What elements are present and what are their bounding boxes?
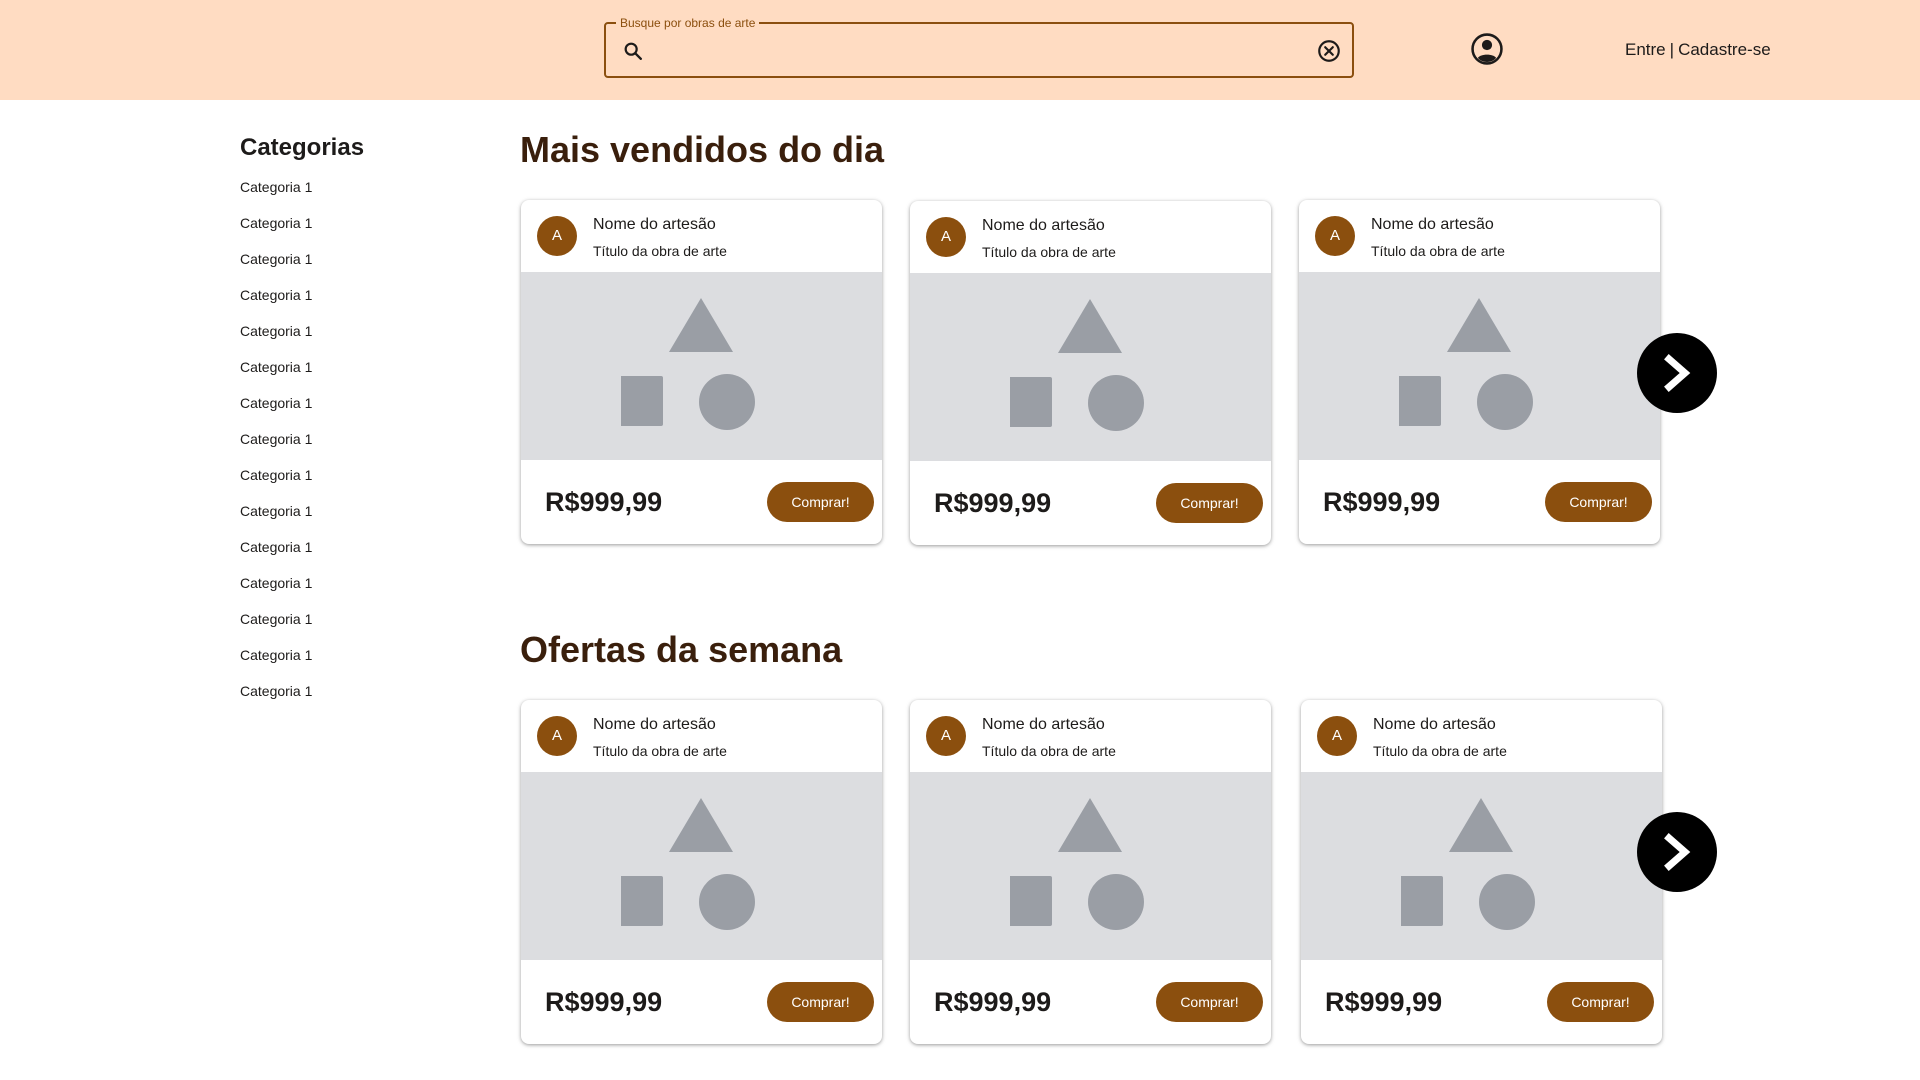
category-item[interactable]: Categoria 1 <box>240 566 470 602</box>
avatar: A <box>537 716 577 756</box>
card-header: A Nome do artesão Título da obra de arte <box>521 200 882 272</box>
signup-link[interactable]: Cadastre-se <box>1678 40 1771 59</box>
buy-button[interactable]: Comprar! <box>767 982 874 1022</box>
image-placeholder-icon <box>1010 299 1144 431</box>
price: R$999,99 <box>934 987 1052 1017</box>
buy-button[interactable]: Comprar! <box>1156 483 1263 523</box>
product-card[interactable]: A Nome do artesão Título da obra de arte… <box>1301 700 1662 1044</box>
artisan-name: Nome do artesão <box>593 216 716 233</box>
auth-links: Entre | Cadastre-se <box>1625 38 1771 62</box>
artwork-image-placeholder <box>1299 272 1660 460</box>
artwork-image-placeholder <box>910 772 1271 960</box>
artisan-name: Nome do artesão <box>1373 716 1496 733</box>
artisan-name: Nome do artesão <box>982 217 1105 234</box>
image-placeholder-icon <box>1401 798 1535 930</box>
artwork-image-placeholder <box>1301 772 1662 960</box>
category-item[interactable]: Categoria 1 <box>240 386 470 422</box>
section-title: Ofertas da semana <box>520 629 843 670</box>
category-item[interactable]: Categoria 1 <box>240 314 470 350</box>
category-item[interactable]: Categoria 1 <box>240 278 470 314</box>
image-placeholder-icon <box>1399 298 1533 430</box>
product-card[interactable]: A Nome do artesão Título da obra de arte… <box>1299 200 1660 544</box>
categories-title: Categorias <box>240 134 365 161</box>
search-input[interactable] <box>658 32 1258 68</box>
buy-button[interactable]: Comprar! <box>1545 482 1652 522</box>
card-header: A Nome do artesão Título da obra de arte <box>1301 700 1662 772</box>
artwork-title: Título da obra de arte <box>593 743 727 759</box>
product-card[interactable]: A Nome do artesão Título da obra de arte… <box>521 200 882 544</box>
artisan-name: Nome do artesão <box>1371 216 1494 233</box>
category-item[interactable]: Categoria 1 <box>240 206 470 242</box>
card-header: A Nome do artesão Título da obra de arte <box>910 201 1271 273</box>
avatar: A <box>1317 716 1357 756</box>
login-link[interactable]: Entre <box>1625 40 1666 59</box>
price: R$999,99 <box>545 487 663 517</box>
category-item[interactable]: Categoria 1 <box>240 530 470 566</box>
carousel-next-button[interactable] <box>1637 333 1717 413</box>
artisan-name: Nome do artesão <box>982 716 1105 733</box>
category-item[interactable]: Categoria 1 <box>240 674 470 710</box>
artisan-name: Nome do artesão <box>593 716 716 733</box>
artwork-title: Título da obra de arte <box>1371 243 1505 259</box>
card-header: A Nome do artesão Título da obra de arte <box>1299 200 1660 272</box>
account-circle-icon[interactable] <box>1470 32 1504 66</box>
categories-sidebar: Categorias Categoria 1 Categoria 1 Categ… <box>240 132 470 710</box>
buy-button[interactable]: Comprar! <box>1547 982 1654 1022</box>
category-item[interactable]: Categoria 1 <box>240 638 470 674</box>
avatar: A <box>537 216 577 256</box>
section-title: Mais vendidos do dia <box>520 129 885 170</box>
category-item[interactable]: Categoria 1 <box>240 494 470 530</box>
card-header: A Nome do artesão Título da obra de arte <box>521 700 882 772</box>
avatar: A <box>926 716 966 756</box>
chevron-right-icon <box>1664 354 1691 392</box>
image-placeholder-icon <box>1010 798 1144 930</box>
buy-button[interactable]: Comprar! <box>767 482 874 522</box>
category-item[interactable]: Categoria 1 <box>240 242 470 278</box>
category-item[interactable]: Categoria 1 <box>240 422 470 458</box>
search-icon <box>624 42 642 60</box>
artwork-title: Título da obra de arte <box>982 244 1116 260</box>
carousel-next-button[interactable] <box>1637 812 1717 892</box>
avatar: A <box>1315 216 1355 256</box>
image-placeholder-icon <box>621 298 755 430</box>
top-app-bar: Busque por obras de arte Entre | Cadastre-… <box>0 0 1920 100</box>
cancel-circle-icon[interactable] <box>1316 38 1342 64</box>
price: R$999,99 <box>545 987 663 1017</box>
chevron-right-icon <box>1664 833 1691 871</box>
artwork-image-placeholder <box>910 273 1271 461</box>
price: R$999,99 <box>934 488 1052 518</box>
categories-list: Categoria 1 Categoria 1 Categoria 1 Cate… <box>240 170 470 710</box>
card-header: A Nome do artesão Título da obra de arte <box>910 700 1271 772</box>
search-label: Busque por obras de arte <box>616 15 760 31</box>
price: R$999,99 <box>1323 487 1441 517</box>
category-item[interactable]: Categoria 1 <box>240 602 470 638</box>
artwork-image-placeholder <box>521 772 882 960</box>
search-field[interactable]: Busque por obras de arte <box>604 15 1354 78</box>
artwork-title: Título da obra de arte <box>1373 743 1507 759</box>
buy-button[interactable]: Comprar! <box>1156 982 1263 1022</box>
price: R$999,99 <box>1325 987 1443 1017</box>
category-item[interactable]: Categoria 1 <box>240 170 470 206</box>
artwork-title: Título da obra de arte <box>593 243 727 259</box>
product-card[interactable]: A Nome do artesão Título da obra de arte… <box>910 201 1271 545</box>
product-card[interactable]: A Nome do artesão Título da obra de arte… <box>521 700 882 1044</box>
avatar: A <box>926 217 966 257</box>
category-item[interactable]: Categoria 1 <box>240 458 470 494</box>
artwork-title: Título da obra de arte <box>982 743 1116 759</box>
product-card[interactable]: A Nome do artesão Título da obra de arte… <box>910 700 1271 1044</box>
artwork-image-placeholder <box>521 272 882 460</box>
image-placeholder-icon <box>621 798 755 930</box>
category-item[interactable]: Categoria 1 <box>240 350 470 386</box>
auth-separator: | <box>1669 40 1675 59</box>
